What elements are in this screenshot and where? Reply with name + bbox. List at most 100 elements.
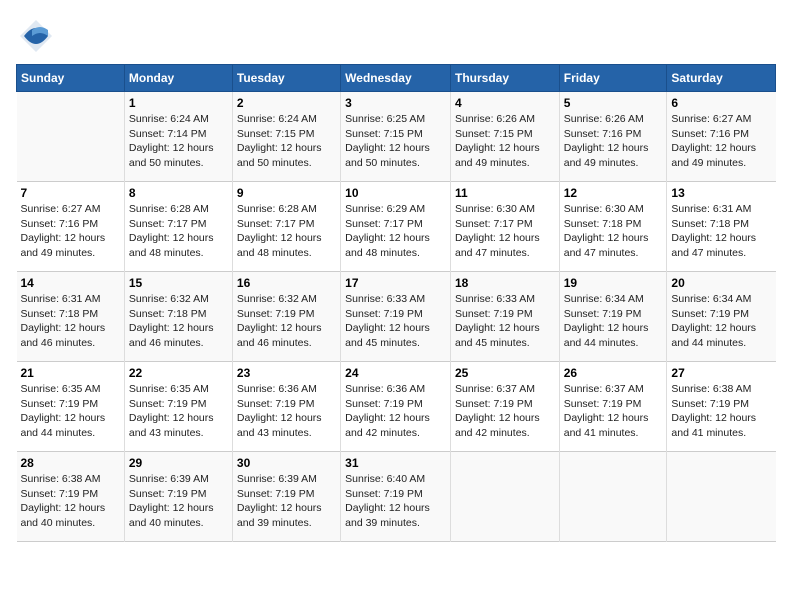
day-number: 30 — [237, 456, 336, 470]
day-info: Sunrise: 6:24 AM Sunset: 7:15 PM Dayligh… — [237, 112, 336, 171]
calendar-cell: 10 Sunrise: 6:29 AM Sunset: 7:17 PM Dayli… — [341, 182, 451, 272]
day-info: Sunrise: 6:26 AM Sunset: 7:16 PM Dayligh… — [564, 112, 663, 171]
calendar-week-row: 7Sunrise: 6:27 AM Sunset: 7:16 PM Daylig… — [17, 182, 776, 272]
calendar-cell: 4Sunrise: 6:26 AM Sunset: 7:15 PM Daylig… — [450, 92, 559, 182]
day-info: Sunrise: 6:35 AM Sunset: 7:19 PM Dayligh… — [129, 382, 228, 441]
calendar-cell: 17Sunrise: 6:33 AM Sunset: 7:19 PM Dayli… — [341, 272, 451, 362]
day-number: 22 — [129, 366, 228, 380]
calendar-cell: 2 Sunrise: 6:24 AM Sunset: 7:15 PM Daylig… — [232, 92, 340, 182]
day-info: Sunrise: 6:31 AM Sunset: 7:18 PM Dayligh… — [671, 202, 771, 261]
day-info: Sunrise: 6:36 AM Sunset: 7:19 PM Dayligh… — [345, 382, 446, 441]
calendar-cell: 14 Sunrise: 6:31 AM Sunset: 7:18 PM Dayli… — [17, 272, 125, 362]
day-info: Sunrise: 6:28 AM Sunset: 7:17 PM Dayligh… — [237, 202, 336, 261]
calendar-week-row: 21 Sunrise: 6:35 AM Sunset: 7:19 PM Dayli… — [17, 362, 776, 452]
day-info: Sunrise: 6:29 AM Sunset: 7:17 PM Dayligh… — [345, 202, 446, 261]
calendar-week-row: 14 Sunrise: 6:31 AM Sunset: 7:18 PM Dayli… — [17, 272, 776, 362]
day-number: 8 — [129, 186, 228, 200]
day-number: 14 — [21, 276, 120, 290]
calendar-cell: 7Sunrise: 6:27 AM Sunset: 7:16 PM Daylig… — [17, 182, 125, 272]
day-number: 26 — [564, 366, 663, 380]
day-info: Sunrise: 6:36 AM Sunset: 7:19 PM Dayligh… — [237, 382, 336, 441]
calendar-cell: 3 Sunrise: 6:25 AM Sunset: 7:15 PM Daylig… — [341, 92, 451, 182]
day-number: 6 — [671, 96, 771, 110]
logo — [16, 16, 60, 56]
calendar-week-row: 28Sunrise: 6:38 AM Sunset: 7:19 PM Dayli… — [17, 452, 776, 542]
day-info: Sunrise: 6:24 AM Sunset: 7:14 PM Dayligh… — [129, 112, 228, 171]
day-number: 27 — [671, 366, 771, 380]
day-info: Sunrise: 6:33 AM Sunset: 7:19 PM Dayligh… — [345, 292, 446, 351]
calendar-week-row: 1Sunrise: 6:24 AM Sunset: 7:14 PM Daylig… — [17, 92, 776, 182]
day-number: 16 — [237, 276, 336, 290]
day-number: 24 — [345, 366, 446, 380]
day-number: 25 — [455, 366, 555, 380]
day-of-week-header: Tuesday — [232, 65, 340, 92]
day-info: Sunrise: 6:35 AM Sunset: 7:19 PM Dayligh… — [21, 382, 120, 441]
calendar-cell: 6Sunrise: 6:27 AM Sunset: 7:16 PM Daylig… — [667, 92, 776, 182]
day-info: Sunrise: 6:28 AM Sunset: 7:17 PM Dayligh… — [129, 202, 228, 261]
day-info: Sunrise: 6:34 AM Sunset: 7:19 PM Dayligh… — [564, 292, 663, 351]
calendar-cell: 1Sunrise: 6:24 AM Sunset: 7:14 PM Daylig… — [124, 92, 232, 182]
calendar-cell: 28Sunrise: 6:38 AM Sunset: 7:19 PM Dayli… — [17, 452, 125, 542]
page-header — [16, 16, 776, 56]
calendar-cell: 11 Sunrise: 6:30 AM Sunset: 7:17 PM Dayli… — [450, 182, 559, 272]
calendar-cell — [559, 452, 667, 542]
calendar-table: SundayMondayTuesdayWednesdayThursdayFrid… — [16, 64, 776, 542]
day-number: 9 — [237, 186, 336, 200]
calendar-cell: 26 Sunrise: 6:37 AM Sunset: 7:19 PM Dayli… — [559, 362, 667, 452]
day-of-week-header: Saturday — [667, 65, 776, 92]
calendar-cell: 13 Sunrise: 6:31 AM Sunset: 7:18 PM Dayli… — [667, 182, 776, 272]
calendar-cell: 5 Sunrise: 6:26 AM Sunset: 7:16 PM Daylig… — [559, 92, 667, 182]
day-info: Sunrise: 6:26 AM Sunset: 7:15 PM Dayligh… — [455, 112, 555, 171]
calendar-cell: 21 Sunrise: 6:35 AM Sunset: 7:19 PM Dayli… — [17, 362, 125, 452]
day-of-week-header: Wednesday — [341, 65, 451, 92]
calendar-cell: 22 Sunrise: 6:35 AM Sunset: 7:19 PM Dayli… — [124, 362, 232, 452]
day-number: 13 — [671, 186, 771, 200]
calendar-cell — [450, 452, 559, 542]
day-of-week-header: Thursday — [450, 65, 559, 92]
calendar-cell: 29Sunrise: 6:39 AM Sunset: 7:19 PM Dayli… — [124, 452, 232, 542]
calendar-cell: 15 Sunrise: 6:32 AM Sunset: 7:18 PM Dayli… — [124, 272, 232, 362]
day-number: 3 — [345, 96, 446, 110]
calendar-cell — [667, 452, 776, 542]
day-info: Sunrise: 6:30 AM Sunset: 7:17 PM Dayligh… — [455, 202, 555, 261]
day-info: Sunrise: 6:37 AM Sunset: 7:19 PM Dayligh… — [455, 382, 555, 441]
calendar-cell: 18 Sunrise: 6:33 AM Sunset: 7:19 PM Dayli… — [450, 272, 559, 362]
day-info: Sunrise: 6:37 AM Sunset: 7:19 PM Dayligh… — [564, 382, 663, 441]
day-number: 21 — [21, 366, 120, 380]
calendar-header: SundayMondayTuesdayWednesdayThursdayFrid… — [17, 65, 776, 92]
calendar-cell: 31 Sunrise: 6:40 AM Sunset: 7:19 PM Dayli… — [341, 452, 451, 542]
day-of-week-header: Monday — [124, 65, 232, 92]
calendar-body: 1Sunrise: 6:24 AM Sunset: 7:14 PM Daylig… — [17, 92, 776, 542]
calendar-cell: 9 Sunrise: 6:28 AM Sunset: 7:17 PM Daylig… — [232, 182, 340, 272]
header-row: SundayMondayTuesdayWednesdayThursdayFrid… — [17, 65, 776, 92]
day-of-week-header: Sunday — [17, 65, 125, 92]
day-number: 15 — [129, 276, 228, 290]
day-info: Sunrise: 6:31 AM Sunset: 7:18 PM Dayligh… — [21, 292, 120, 351]
calendar-cell: 25 Sunrise: 6:37 AM Sunset: 7:19 PM Dayli… — [450, 362, 559, 452]
day-number: 28 — [21, 456, 120, 470]
day-info: Sunrise: 6:39 AM Sunset: 7:19 PM Dayligh… — [129, 472, 228, 531]
calendar-cell: 23 Sunrise: 6:36 AM Sunset: 7:19 PM Dayli… — [232, 362, 340, 452]
day-number: 31 — [345, 456, 446, 470]
day-number: 12 — [564, 186, 663, 200]
calendar-cell: 19Sunrise: 6:34 AM Sunset: 7:19 PM Dayli… — [559, 272, 667, 362]
day-number: 2 — [237, 96, 336, 110]
calendar-cell: 12 Sunrise: 6:30 AM Sunset: 7:18 PM Dayli… — [559, 182, 667, 272]
calendar-cell: 24 Sunrise: 6:36 AM Sunset: 7:19 PM Dayli… — [341, 362, 451, 452]
calendar-cell: 8 Sunrise: 6:28 AM Sunset: 7:17 PM Daylig… — [124, 182, 232, 272]
day-info: Sunrise: 6:33 AM Sunset: 7:19 PM Dayligh… — [455, 292, 555, 351]
logo-icon — [16, 16, 56, 56]
day-number: 18 — [455, 276, 555, 290]
day-of-week-header: Friday — [559, 65, 667, 92]
day-number: 7 — [21, 186, 120, 200]
calendar-cell: 16Sunrise: 6:32 AM Sunset: 7:19 PM Dayli… — [232, 272, 340, 362]
day-info: Sunrise: 6:30 AM Sunset: 7:18 PM Dayligh… — [564, 202, 663, 261]
day-info: Sunrise: 6:32 AM Sunset: 7:18 PM Dayligh… — [129, 292, 228, 351]
day-number: 11 — [455, 186, 555, 200]
day-number: 23 — [237, 366, 336, 380]
day-number: 5 — [564, 96, 663, 110]
day-info: Sunrise: 6:25 AM Sunset: 7:15 PM Dayligh… — [345, 112, 446, 171]
calendar-cell: 27Sunrise: 6:38 AM Sunset: 7:19 PM Dayli… — [667, 362, 776, 452]
day-info: Sunrise: 6:40 AM Sunset: 7:19 PM Dayligh… — [345, 472, 446, 531]
day-number: 10 — [345, 186, 446, 200]
